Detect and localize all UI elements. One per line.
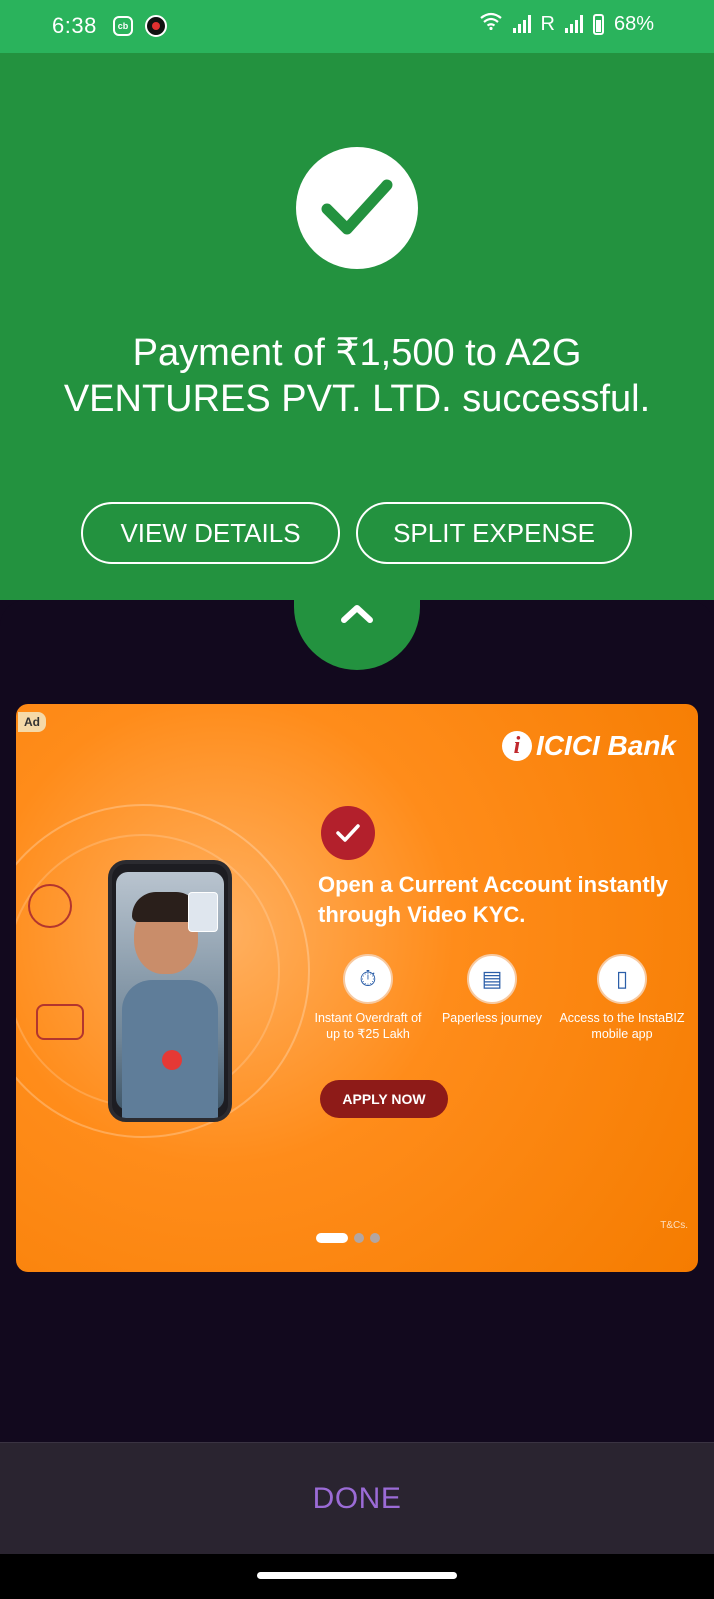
stopwatch-icon: ⏱: [343, 954, 393, 1004]
success-header: Payment of ₹1,500 to A2G VENTURES PVT. L…: [0, 53, 714, 600]
view-details-button[interactable]: VIEW DETAILS: [81, 502, 340, 564]
status-icons: R 68%: [479, 12, 654, 36]
signal-icon: [512, 15, 531, 33]
carousel-indicator: [316, 1233, 380, 1243]
person-search-icon: [28, 884, 72, 928]
feature-item: ▯ Access to the InstaBIZ mobile app: [554, 954, 690, 1042]
wifi-icon: [479, 12, 503, 36]
id-card-icon: [36, 1004, 84, 1040]
cb-app-icon: cb: [113, 16, 133, 36]
success-check-icon: [296, 147, 418, 269]
carousel-dot[interactable]: [370, 1233, 380, 1243]
roaming-indicator: R: [540, 12, 555, 35]
bank-name: ICICI Bank: [535, 730, 676, 761]
phone-illustration: [108, 860, 232, 1122]
carousel-dot[interactable]: [354, 1233, 364, 1243]
payment-success-message: Payment of ₹1,500 to A2G VENTURES PVT. L…: [63, 332, 651, 420]
home-gesture-bar[interactable]: [257, 1572, 457, 1579]
terms-link[interactable]: T&Cs.: [660, 1220, 688, 1231]
video-call-screen: [116, 872, 224, 1118]
chevron-up-icon: [341, 605, 373, 623]
document-icon: ▤: [467, 954, 517, 1004]
battery-percent: 68%: [613, 12, 654, 35]
signal-icon-2: [564, 15, 583, 33]
ad-badge: Ad: [18, 712, 46, 732]
end-call-icon: [162, 1050, 182, 1070]
status-bar: 6:38 cb R 68%: [0, 0, 714, 53]
bank-logo-mark: i: [501, 731, 532, 761]
footer-bar: DONE: [0, 1442, 714, 1554]
feature-item: ▤ Paperless journey: [432, 954, 552, 1026]
ad-banner[interactable]: Ad i ICICI Bank Open a Current Account i…: [16, 704, 698, 1272]
feature-label: Access to the InstaBIZ mobile app: [559, 1011, 685, 1041]
mobile-app-icon: ▯: [597, 954, 647, 1004]
system-nav-bar: [0, 1554, 714, 1599]
split-expense-button[interactable]: SPLIT EXPENSE: [356, 502, 632, 564]
promo-check-icon: [321, 806, 375, 860]
carousel-dot-active[interactable]: [316, 1233, 348, 1243]
ad-headline: Open a Current Account instantly through…: [318, 872, 669, 927]
apply-now-button[interactable]: APPLY NOW: [320, 1080, 448, 1118]
feature-label: Instant Overdraft of up to ₹25 Lakh: [314, 1011, 422, 1041]
battery-icon: [592, 13, 604, 35]
pip-video-icon: [188, 892, 218, 932]
recording-icon: [145, 15, 167, 37]
status-time: 6:38: [52, 13, 97, 38]
feature-label: Paperless journey: [441, 1011, 543, 1025]
done-button[interactable]: DONE: [313, 1482, 402, 1516]
bank-logo: i ICICI Bank: [501, 730, 676, 762]
feature-item: ⏱ Instant Overdraft of up to ₹25 Lakh: [308, 954, 428, 1042]
